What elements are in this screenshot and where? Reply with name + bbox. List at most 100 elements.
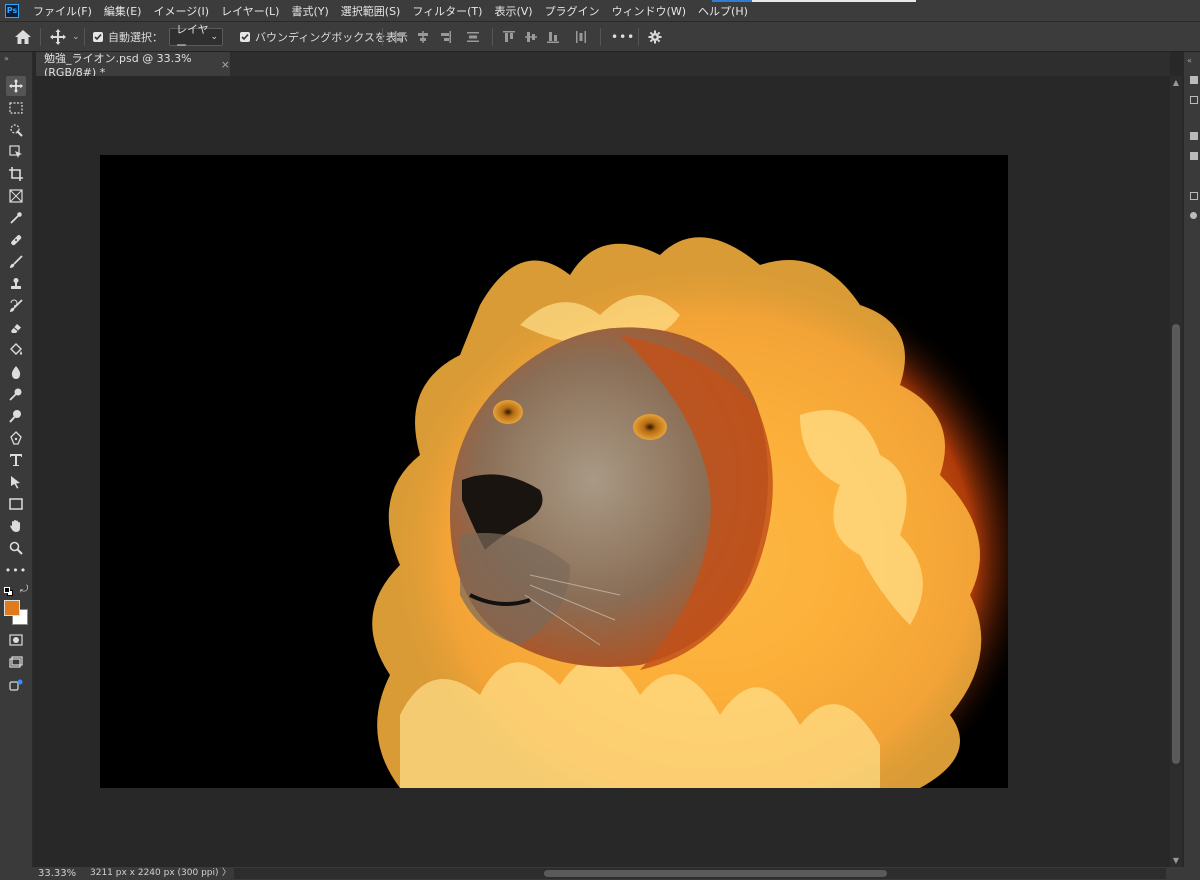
- pen-icon: [10, 431, 22, 445]
- bandage-icon: [11, 235, 22, 246]
- panel-paths-icon[interactable]: [1190, 192, 1198, 200]
- move-tool-preset-button[interactable]: ⌄: [50, 22, 80, 52]
- marquee-tool[interactable]: [6, 98, 26, 118]
- horizontal-scrollbar[interactable]: [234, 868, 1166, 879]
- edit-toolbar-button[interactable]: •••: [4, 560, 28, 580]
- zoom-icon: [9, 541, 23, 555]
- menu-edit[interactable]: 編集(E): [98, 3, 148, 19]
- zoom-tool[interactable]: [6, 538, 26, 558]
- menu-select[interactable]: 選択範囲(S): [335, 3, 407, 19]
- panel-properties-icon[interactable]: [1190, 96, 1198, 104]
- photoshop-logo[interactable]: Ps: [5, 3, 19, 18]
- checkbox-checked-icon: [93, 32, 103, 42]
- status-bar: 33.33% 3211 px x 2240 px (300 ppi) 〉: [0, 867, 1200, 880]
- vertical-scrollbar[interactable]: ▲ ▼: [1170, 76, 1182, 867]
- horizontal-scroll-thumb[interactable]: [544, 870, 887, 877]
- align-bottom-button[interactable]: [546, 22, 560, 52]
- menu-bar: Ps ファイル(F) 編集(E) イメージ(I) レイヤー(L) 書式(Y) 選…: [0, 0, 1200, 21]
- status-menu-arrow-icon[interactable]: 〉: [222, 867, 231, 880]
- align-right-button[interactable]: [438, 22, 452, 52]
- options-bar: ⌄ 自動選択： レイヤー ⌄ バウンディングボックスを表示 •••: [0, 21, 1200, 52]
- dodge-tool[interactable]: [6, 384, 26, 404]
- menu-plugins[interactable]: プラグイン: [539, 3, 606, 19]
- align-vertical-center-icon: [525, 32, 537, 42]
- hand-tool[interactable]: [6, 516, 26, 536]
- screen-mode-icon: [9, 656, 23, 668]
- paint-bucket-tool[interactable]: [6, 340, 26, 360]
- right-panel-dock: «: [1184, 52, 1200, 867]
- menu-image[interactable]: イメージ(I): [147, 3, 215, 19]
- swap-colors-icon[interactable]: ⤾: [20, 584, 28, 595]
- auto-select-target-dropdown[interactable]: レイヤー ⌄: [169, 23, 223, 52]
- object-selection-tool[interactable]: [6, 120, 26, 140]
- frame-icon: [9, 189, 23, 203]
- menu-help[interactable]: ヘルプ(H): [692, 3, 754, 19]
- default-colors-icon[interactable]: [4, 587, 13, 596]
- chevron-down-icon: ⌄: [72, 32, 80, 42]
- panel-layers-icon[interactable]: [1190, 132, 1198, 140]
- crop-tool[interactable]: [6, 164, 26, 184]
- align-hcenter-button[interactable]: [416, 22, 430, 52]
- title-accent-strip: [712, 0, 752, 2]
- panel-brush-icon[interactable]: [1190, 212, 1197, 219]
- panel-channels-icon[interactable]: [1190, 152, 1198, 160]
- quick-mask-button[interactable]: [6, 630, 26, 650]
- panel-expand-icon[interactable]: «: [1187, 56, 1192, 65]
- artwork-canvas[interactable]: [100, 155, 1008, 788]
- canvas-area[interactable]: [36, 76, 1170, 867]
- scroll-down-arrow-icon[interactable]: ▼: [1170, 856, 1182, 865]
- frame-select-tool[interactable]: [6, 142, 26, 162]
- share-icon: [9, 679, 23, 691]
- brush-tool[interactable]: [6, 252, 26, 272]
- eyedropper-tool[interactable]: [6, 208, 26, 228]
- toolbox-collapse-icon[interactable]: »: [4, 54, 9, 63]
- home-button[interactable]: [14, 22, 32, 52]
- rectangle-marquee-icon: [9, 102, 23, 114]
- menu-filter[interactable]: フィルター(T): [406, 3, 488, 19]
- document-info[interactable]: 3211 px x 2240 px (300 ppi): [90, 867, 219, 880]
- settings-button[interactable]: [648, 22, 662, 52]
- zoom-level[interactable]: 33.33%: [38, 867, 76, 880]
- pen-tool[interactable]: [6, 428, 26, 448]
- move-tool[interactable]: [6, 76, 26, 96]
- align-vcenter-button[interactable]: [524, 22, 538, 52]
- close-icon[interactable]: ×: [221, 58, 230, 71]
- rectangle-tool[interactable]: [6, 494, 26, 514]
- distribute-vertical-button[interactable]: [466, 22, 480, 52]
- object-select-icon: [9, 145, 22, 158]
- title-search-strip: [752, 0, 916, 2]
- scroll-up-arrow-icon[interactable]: ▲: [1170, 78, 1182, 87]
- screen-mode-button[interactable]: [6, 652, 26, 672]
- document-tab-title: 勉強_ライオン.psd @ 33.3% (RGB/8#) *: [44, 51, 192, 79]
- menu-type[interactable]: 書式(Y): [285, 3, 334, 19]
- menu-layer[interactable]: レイヤー(L): [215, 3, 285, 19]
- healing-brush-tool[interactable]: [6, 230, 26, 250]
- distribute-vertical-icon: [467, 32, 479, 42]
- history-brush-tool[interactable]: [6, 296, 26, 316]
- eraser-icon: [11, 324, 21, 333]
- type-tool[interactable]: [6, 450, 26, 470]
- more-tools-icon: •••: [4, 563, 28, 577]
- document-tab[interactable]: 勉強_ライオン.psd @ 33.3% (RGB/8#) * ×: [36, 51, 230, 79]
- menu-file[interactable]: ファイル(F): [27, 3, 98, 19]
- menu-view[interactable]: 表示(V): [488, 3, 538, 19]
- align-left-button[interactable]: [394, 22, 408, 52]
- panel-color-icon[interactable]: [1190, 76, 1198, 84]
- share-button[interactable]: [6, 676, 26, 696]
- auto-select-checkbox[interactable]: 自動選択：: [93, 22, 163, 52]
- more-options-icon: •••: [611, 30, 636, 44]
- foreground-color-swatch[interactable]: [4, 600, 20, 616]
- eraser-tool[interactable]: [6, 318, 26, 338]
- align-top-button[interactable]: [502, 22, 516, 52]
- vertical-scroll-thumb[interactable]: [1172, 324, 1180, 764]
- type-icon: [10, 454, 22, 466]
- path-selection-tool[interactable]: [6, 472, 26, 492]
- more-options-button[interactable]: •••: [611, 22, 635, 52]
- distribute-horizontal-button[interactable]: [574, 22, 588, 52]
- sponge-tool[interactable]: [6, 406, 26, 426]
- clone-stamp-tool[interactable]: [6, 274, 26, 294]
- frame-tool[interactable]: [6, 186, 26, 206]
- distribute-horizontal-icon: [576, 31, 586, 43]
- menu-window[interactable]: ウィンドウ(W): [606, 3, 692, 19]
- blur-tool[interactable]: [6, 362, 26, 382]
